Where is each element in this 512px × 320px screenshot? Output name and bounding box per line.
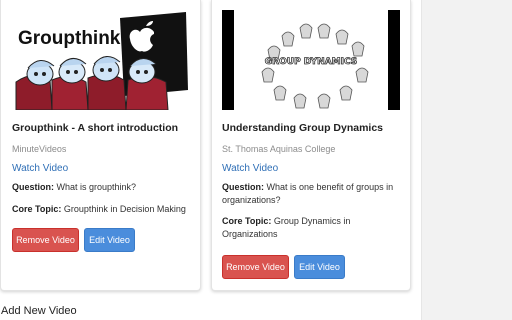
watch-video-link[interactable]: Watch Video	[222, 163, 278, 174]
watch-video-link[interactable]: Watch Video	[12, 163, 68, 174]
video-title: Understanding Group Dynamics	[222, 122, 384, 134]
video-source: St. Thomas Aquinas College	[222, 144, 336, 154]
core-topic-row: Core Topic: Groupthink in Decision Makin…	[12, 203, 200, 216]
video-card: Groupthink Groupthink - A short introduc…	[0, 0, 201, 291]
question-row: Question: What is groupthink?	[12, 181, 197, 194]
remove-video-button[interactable]: Remove Video	[222, 255, 289, 279]
core-topic-label: Core Topic:	[12, 204, 62, 214]
thumbnail-logo-text: Groupthink	[18, 28, 121, 49]
question-row: Question: What is one benefit of groups …	[222, 181, 402, 207]
group-dynamics-illustration: GROUP DYNAMICS	[222, 10, 400, 110]
question-label: Question:	[222, 182, 264, 192]
video-source: MinuteVideos	[12, 144, 67, 154]
video-title: Groupthink - A short introduction	[12, 122, 179, 134]
question-text: What is groupthink?	[56, 182, 137, 192]
core-topic-text: Groupthink in Decision Making	[63, 204, 186, 214]
add-new-video-heading: Add New Video	[1, 305, 77, 317]
thumbnail-title-text: GROUP DYNAMICS	[265, 57, 357, 67]
edit-video-button[interactable]: Edit Video	[294, 255, 345, 279]
groupthink-illustration: Groupthink	[12, 10, 190, 110]
core-topic-label: Core Topic:	[222, 216, 272, 226]
side-panel	[421, 0, 512, 320]
video-card: GROUP DYNAMICS Understanding Group Dynam…	[211, 0, 411, 291]
edit-video-button[interactable]: Edit Video	[84, 228, 135, 252]
video-thumbnail[interactable]: GROUP DYNAMICS	[222, 10, 400, 110]
core-topic-row: Core Topic: Group Dynamics in Organizati…	[222, 215, 372, 241]
remove-video-button[interactable]: Remove Video	[12, 228, 79, 252]
question-label: Question:	[12, 182, 54, 192]
video-thumbnail[interactable]: Groupthink	[12, 10, 190, 110]
